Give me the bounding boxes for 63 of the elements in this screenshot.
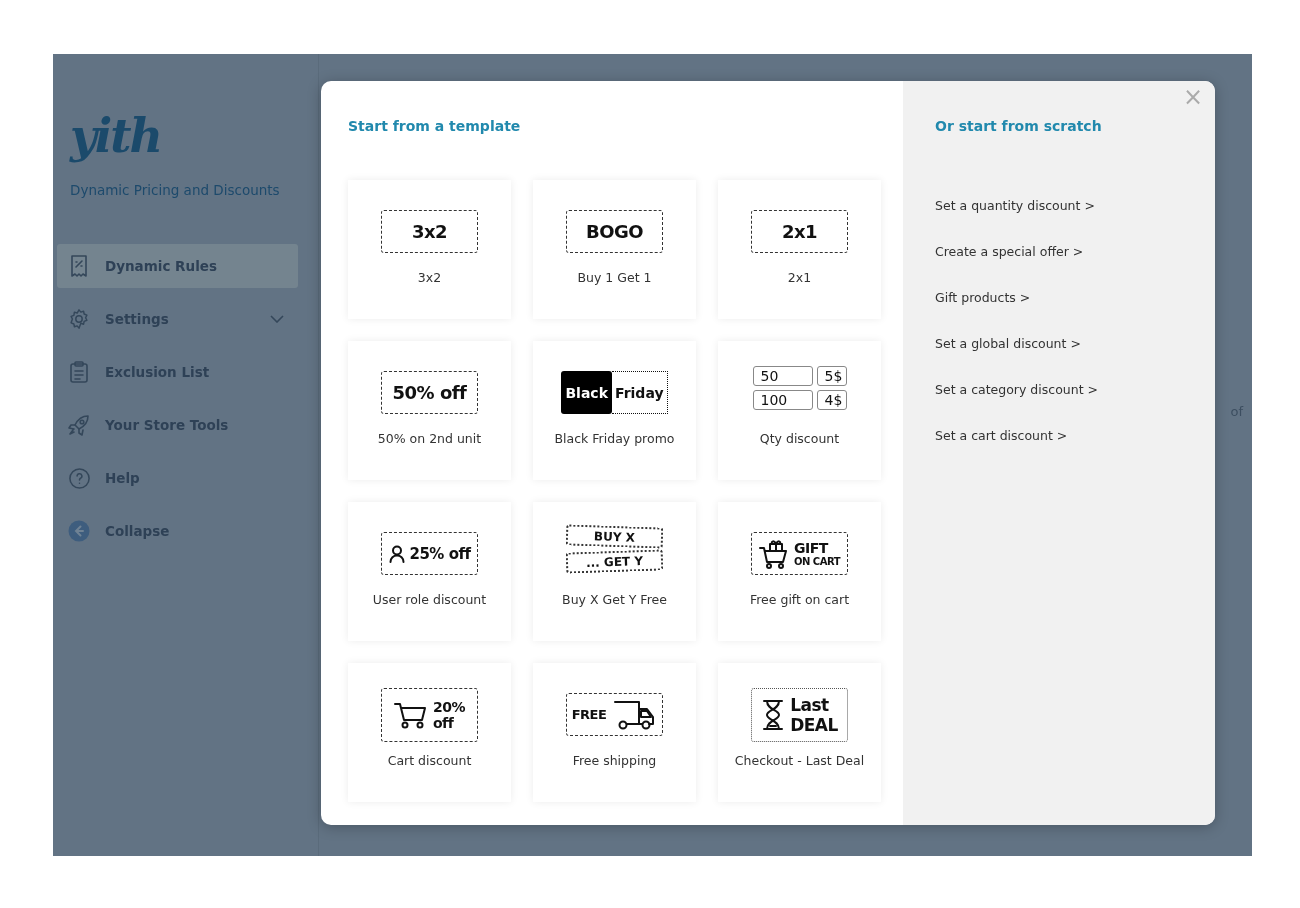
- template-label: Cart discount: [387, 753, 472, 768]
- cart-icon: [394, 700, 428, 729]
- template-card[interactable]: FREE Free shipping: [533, 663, 696, 802]
- scratch-link[interactable]: Gift products >: [935, 289, 1031, 306]
- qty-field: 5$: [816, 366, 847, 386]
- template-label: Checkout - Last Deal: [734, 753, 865, 768]
- template-card[interactable]: Black Friday Black Friday promo: [533, 341, 696, 480]
- template-card[interactable]: 25% off User role discount: [348, 502, 511, 641]
- template-label: Free shipping: [572, 753, 657, 768]
- badge-text: ON CART: [794, 556, 840, 567]
- badge-text: BOGO: [585, 221, 644, 242]
- template-label: Black Friday promo: [554, 431, 675, 446]
- user-icon: [388, 544, 405, 563]
- clipboard-icon: [67, 360, 91, 384]
- badge-text: off: [433, 714, 455, 731]
- template-card[interactable]: BUY X ... GET Y Buy X Get Y Free: [533, 502, 696, 641]
- template-label: Qty discount: [759, 431, 840, 446]
- hourglass-icon: [761, 697, 786, 732]
- section-title: Or start from scratch: [935, 118, 1102, 135]
- qty-field: 50: [752, 366, 813, 386]
- template-card[interactable]: 50% off 50% on 2nd unit: [348, 341, 511, 480]
- badge-text: 25% off: [409, 544, 471, 563]
- rocket-icon: [67, 413, 91, 437]
- badge-text: 50% off: [392, 382, 467, 403]
- badge-text: FREE: [571, 707, 607, 722]
- scratch-link[interactable]: Set a category discount >: [935, 381, 1098, 398]
- badge-text: Last: [790, 694, 830, 715]
- template-card[interactable]: 2x1 2x1: [718, 180, 881, 319]
- section-title: Start from a template: [348, 118, 521, 135]
- scratch-link[interactable]: Set a global discount >: [935, 335, 1081, 352]
- chevron-icon: [270, 315, 284, 323]
- collapse-icon: [67, 520, 91, 542]
- template-label: 3x2: [417, 270, 442, 285]
- template-card[interactable]: 3x2 3x2: [348, 180, 511, 319]
- badge-text: Black: [561, 371, 612, 414]
- qty-field: 100: [752, 390, 813, 410]
- badge-text: DEAL: [790, 714, 838, 735]
- template-label: Buy 1 Get 1: [577, 270, 652, 285]
- app-subtitle: Dynamic Pricing and Discounts: [70, 182, 280, 198]
- coupon-badge: ... GET Y: [565, 548, 664, 574]
- badge-text: 20%: [433, 698, 465, 715]
- template-card[interactable]: 20% off Cart discount: [348, 663, 511, 802]
- scratch-link[interactable]: Set a cart discount >: [935, 427, 1068, 444]
- help-icon: [67, 466, 91, 490]
- badge-text: 2x1: [781, 221, 818, 242]
- badge-text: Friday: [612, 371, 668, 414]
- template-card[interactable]: BOGO Buy 1 Get 1: [533, 180, 696, 319]
- template-label: 2x1: [787, 270, 812, 285]
- template-label: Free gift on cart: [749, 592, 850, 607]
- template-label: Buy X Get Y Free: [562, 592, 667, 607]
- qty-field: 4$: [816, 390, 847, 410]
- scratch-link[interactable]: Create a special offer >: [935, 243, 1084, 260]
- template-card[interactable]: Last DEAL Checkout - Last Deal: [718, 663, 881, 802]
- badge-text: 3x2: [411, 221, 448, 242]
- badge-text: GIFT: [794, 540, 830, 556]
- template-card[interactable]: GIFT ON CART Free gift on cart: [718, 502, 881, 641]
- scratch-link[interactable]: Set a quantity discount >: [935, 197, 1095, 214]
- coupon-badge: BUY X: [565, 523, 664, 549]
- settings-icon: [67, 308, 91, 330]
- gift-cart-icon: [759, 537, 789, 570]
- template-label: User role discount: [372, 592, 487, 607]
- template-card[interactable]: 50 5$ 100 4$ Qty discount: [718, 341, 881, 480]
- template-label: 50% on 2nd unit: [377, 431, 482, 446]
